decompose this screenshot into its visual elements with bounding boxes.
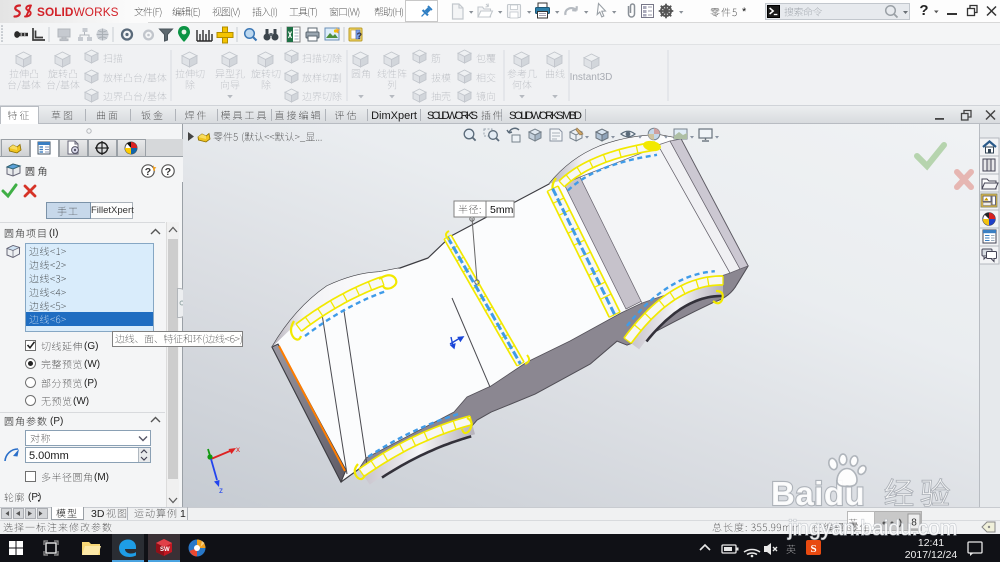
svg-text:8: 8 [911,518,917,529]
svg-text:SW: SW [160,547,170,553]
svg-text:S: S [810,543,816,555]
